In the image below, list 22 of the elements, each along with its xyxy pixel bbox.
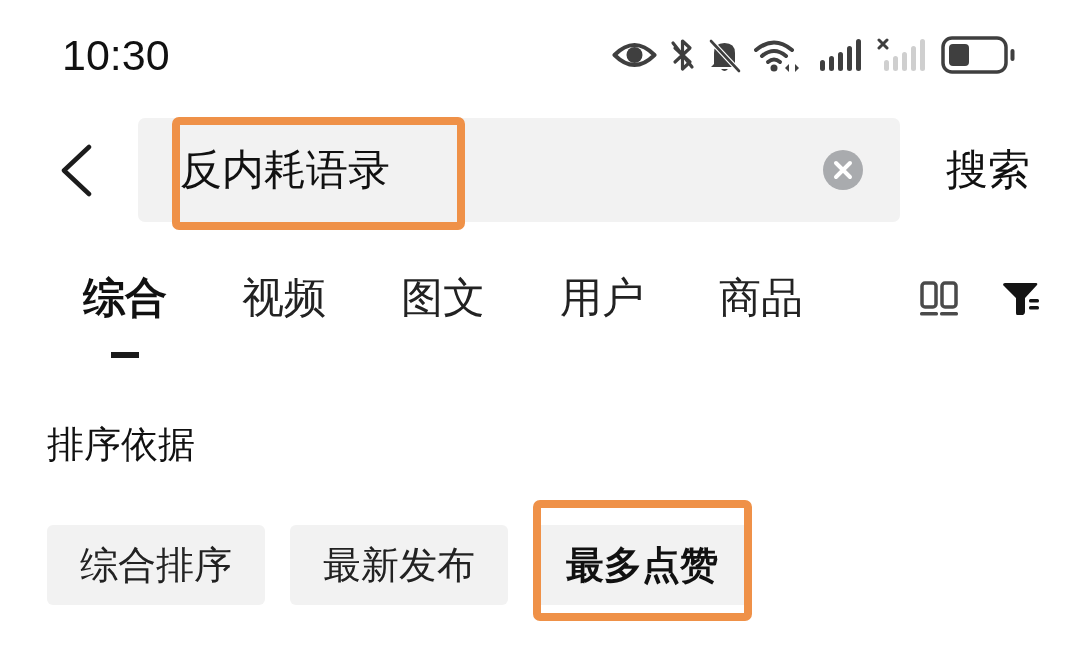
chevron-left-icon[interactable] xyxy=(60,143,92,197)
battery-icon xyxy=(941,36,1015,74)
bell-off-icon xyxy=(708,37,741,73)
search-input[interactable]: 反内耗语录 xyxy=(180,140,807,200)
wifi-icon xyxy=(754,38,799,72)
tab[interactable]: 用户 xyxy=(560,273,644,358)
signal-icon xyxy=(819,38,863,72)
tab[interactable]: 商品 xyxy=(719,273,803,358)
status-time: 10:30 xyxy=(62,30,170,80)
tab[interactable]: 综合 xyxy=(83,273,167,358)
sort-heading: 排序依据 xyxy=(47,423,195,467)
no-signal-icon xyxy=(876,38,928,72)
search-button[interactable]: 搜索 xyxy=(946,144,1030,196)
filter-icon[interactable] xyxy=(1002,281,1040,316)
tab[interactable]: 视频 xyxy=(242,273,326,358)
eye-icon xyxy=(612,40,657,70)
two-columns-icon[interactable] xyxy=(920,281,958,316)
bluetooth-off-icon xyxy=(670,38,695,72)
sort-option[interactable]: 综合排序 xyxy=(47,525,265,605)
tab[interactable]: 图文 xyxy=(401,273,485,358)
sort-option[interactable]: 最新发布 xyxy=(290,525,508,605)
search-field[interactable]: 反内耗语录 xyxy=(138,118,900,222)
